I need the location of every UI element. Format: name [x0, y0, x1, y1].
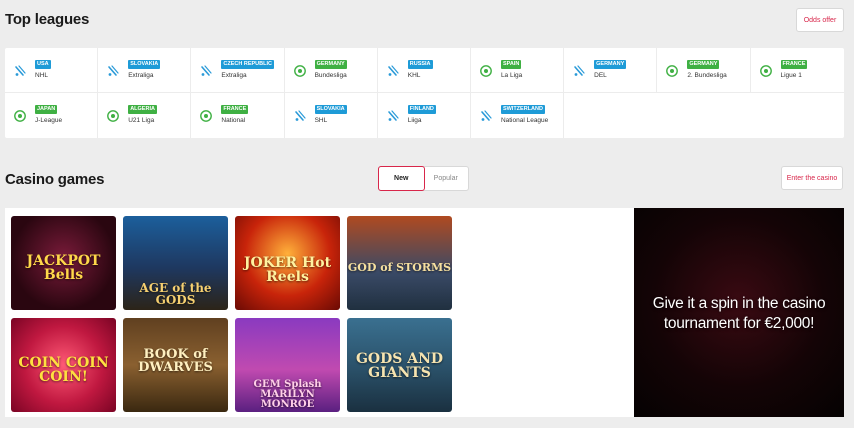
league-name: Bundesliga	[314, 72, 347, 79]
league-item[interactable]: RUSSIA KHL	[377, 48, 471, 93]
league-name: La Liga	[500, 72, 523, 79]
tab-new[interactable]: New	[378, 166, 425, 191]
hockey-stick-icon	[200, 64, 212, 76]
country-badge: JAPAN	[35, 105, 58, 114]
game-tile[interactable]: GODS AND GIANTS	[347, 318, 452, 412]
league-name: DEL	[594, 72, 607, 79]
hockey-stick-icon	[14, 64, 26, 76]
game-title: COIN COIN COIN!	[18, 355, 109, 385]
league-name: NHL	[35, 72, 49, 79]
soccer-ball-icon	[666, 64, 679, 77]
soccer-ball-icon	[200, 109, 213, 122]
promo-text: Give it a spin in the casino tournament …	[652, 295, 826, 332]
league-name: KHL	[407, 72, 421, 79]
game-tile[interactable]: GOD of STORMS	[347, 216, 452, 310]
country-badge: FRANCE	[221, 105, 249, 114]
game-title: JOKER Hot Reels	[243, 255, 332, 285]
soccer-ball-icon	[14, 109, 26, 122]
hockey-stick-icon	[294, 109, 306, 121]
country-badge: SLOVAKIA	[314, 105, 347, 114]
game-tile[interactable]: COIN COIN COIN!	[11, 318, 116, 412]
soccer-ball-icon	[480, 64, 492, 77]
game-title: JACKPOT Bells	[26, 253, 101, 283]
hockey-stick-icon	[573, 64, 585, 76]
game-tile[interactable]: GEM Splash MARILYN MONROE	[235, 318, 340, 412]
country-badge: SPAIN	[500, 60, 522, 69]
game-tile[interactable]: BOOK of DWARVES	[123, 318, 228, 412]
hockey-stick-icon	[480, 109, 492, 121]
country-badge: GERMANY	[594, 60, 627, 69]
league-name: J-League	[35, 117, 63, 124]
game-tile[interactable]: JACKPOT Bells	[11, 216, 116, 310]
casino-tournament-promo[interactable]: Give it a spin in the casino tournament …	[634, 208, 844, 417]
league-name: 2. Bundesliga	[687, 72, 727, 79]
tab-popular[interactable]: Popular	[424, 167, 469, 190]
league-item[interactable]: SLOVAKIA SHL	[285, 93, 378, 138]
country-badge: RUSSIA	[407, 60, 433, 69]
league-item[interactable]: GERMANY DEL	[564, 48, 658, 93]
league-name: Extraliga	[128, 72, 154, 79]
league-name: SHL	[314, 117, 328, 124]
game-title: AGE of the GODS	[139, 281, 212, 307]
league-item[interactable]: SLOVAKIA Extraliga	[98, 48, 192, 93]
game-tile[interactable]: AGE of the GODS	[123, 216, 228, 310]
league-item[interactable]: FRANCE National	[191, 93, 285, 138]
hockey-stick-icon	[387, 109, 399, 121]
league-name: Liiga	[407, 117, 422, 124]
league-item[interactable]: FRANCE Ligue 1	[750, 48, 844, 93]
league-item[interactable]: USA NHL	[5, 48, 99, 93]
game-tile[interactable]: JOKER Hot Reels	[235, 216, 340, 310]
country-badge: GERMANY	[314, 60, 347, 69]
country-badge: FINLAND	[407, 105, 436, 114]
league-item[interactable]: GERMANY Bundesliga	[284, 48, 378, 93]
soccer-ball-icon	[759, 64, 772, 77]
league-name: U21 Liga	[128, 117, 155, 124]
league-name: Ligue 1	[780, 72, 802, 79]
league-name: Extraliga	[221, 72, 247, 79]
league-item[interactable]: ALGERIA U21 Liga	[98, 93, 192, 138]
league-item[interactable]: SWITZERLAND National League	[471, 93, 565, 138]
game-title: GOD of STORMS	[347, 261, 452, 274]
league-item[interactable]: FINLAND Liiga	[378, 93, 471, 138]
game-title: BOOK of DWARVES	[138, 347, 213, 375]
game-title: GODS AND GIANTS	[355, 351, 444, 381]
top-leagues-title: Top leagues	[5, 11, 90, 28]
hockey-stick-icon	[387, 64, 399, 76]
game-title: GEM Splash MARILYN MONROE	[253, 379, 322, 410]
country-badge: CZECH REPUBLIC	[221, 60, 274, 69]
top-leagues-grid: USA NHL SLOVAKIA Extraliga CZECH REPUBLIC Ext…	[5, 48, 844, 138]
league-item[interactable]: SPAIN La Liga	[470, 48, 565, 93]
league-name: National League	[500, 117, 549, 124]
league-item[interactable]: CZECH REPUBLIC Extraliga	[191, 48, 285, 93]
casino-games-title: Casino games	[5, 171, 105, 188]
country-badge: GERMANY	[687, 60, 720, 69]
country-badge: FRANCE	[780, 60, 808, 69]
casino-games-panel: JACKPOT Bells AGE of the GODS JOKER Hot …	[5, 208, 635, 417]
soccer-ball-icon	[107, 109, 120, 122]
league-item[interactable]: JAPAN J-League	[5, 93, 99, 138]
league-item[interactable]: GERMANY 2. Bundesliga	[657, 48, 751, 93]
soccer-ball-icon	[293, 64, 306, 77]
country-badge: ALGERIA	[128, 105, 157, 114]
country-badge: USA	[35, 60, 51, 69]
odds-offer-button[interactable]: Odds offer	[796, 8, 844, 32]
country-badge: SLOVAKIA	[128, 60, 161, 69]
hockey-stick-icon	[107, 64, 119, 76]
league-name: National	[221, 117, 246, 124]
country-badge: SWITZERLAND	[500, 105, 545, 114]
enter-casino-button[interactable]: Enter the casino	[781, 166, 843, 190]
casino-filter-tabs: New Popular	[378, 166, 469, 191]
